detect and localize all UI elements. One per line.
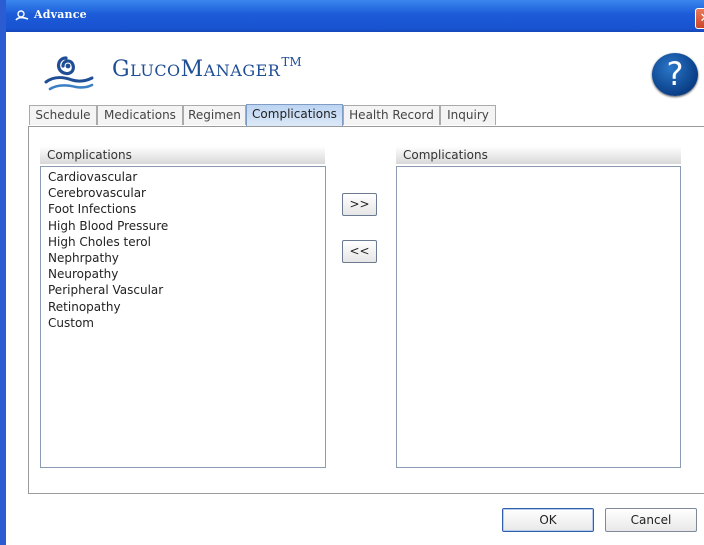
list-item[interactable]: Peripheral Vascular [48, 282, 325, 298]
list-item[interactable]: Nephrpathy [48, 250, 325, 266]
glucomanager-logo-icon [44, 56, 94, 91]
brand-part-1: LUCO [130, 61, 181, 80]
list-item[interactable]: Foot Infections [48, 201, 325, 217]
add-complication-button[interactable]: >> [342, 193, 377, 216]
list-item[interactable]: Cerebrovascular [48, 185, 325, 201]
tab-medications[interactable]: Medications [97, 105, 183, 125]
selected-complications-list[interactable] [396, 166, 681, 468]
list-item[interactable]: Custom [48, 315, 325, 331]
list-item[interactable]: Neuropathy [48, 266, 325, 282]
list-item[interactable]: Cardiovascular [48, 169, 325, 185]
available-complications-list[interactable]: Cardiovascular Cerebrovascular Foot Infe… [40, 166, 326, 468]
trademark-mark: TM [281, 55, 302, 69]
brand-name: GLUCOMANAGERTM [112, 55, 302, 82]
remove-complication-button[interactable]: << [342, 240, 377, 263]
tab-inquiry[interactable]: Inquiry [440, 105, 496, 125]
available-list-header: Complications [40, 146, 325, 164]
selected-list-header: Complications [396, 146, 681, 164]
brand-part-2: ANAGER [203, 61, 281, 80]
tab-schedule[interactable]: Schedule [29, 105, 97, 125]
ok-button[interactable]: OK [502, 508, 594, 532]
brand-initial-g: G [112, 57, 131, 82]
list-item[interactable]: High Choles terol [48, 234, 325, 250]
brand-initial-m: M [180, 57, 204, 82]
cancel-button[interactable]: Cancel [605, 508, 697, 532]
list-item[interactable]: Retinopathy [48, 299, 325, 315]
help-button[interactable]: ? [652, 53, 698, 96]
window-title: Advance [34, 8, 87, 21]
app-icon [15, 10, 29, 21]
tab-regimen[interactable]: Regimen [183, 105, 246, 125]
title-bar[interactable]: Advance [6, 0, 704, 32]
help-icon: ? [666, 55, 684, 93]
tab-health-record[interactable]: Health Record [343, 105, 440, 125]
close-button[interactable]: ✕ [695, 8, 704, 29]
advance-dialog: Advance ✕ GLUCOMANAGERTM ? Schedule Medi… [0, 0, 704, 545]
list-item[interactable]: High Blood Pressure [48, 218, 325, 234]
tab-complications[interactable]: Complications [246, 104, 343, 126]
